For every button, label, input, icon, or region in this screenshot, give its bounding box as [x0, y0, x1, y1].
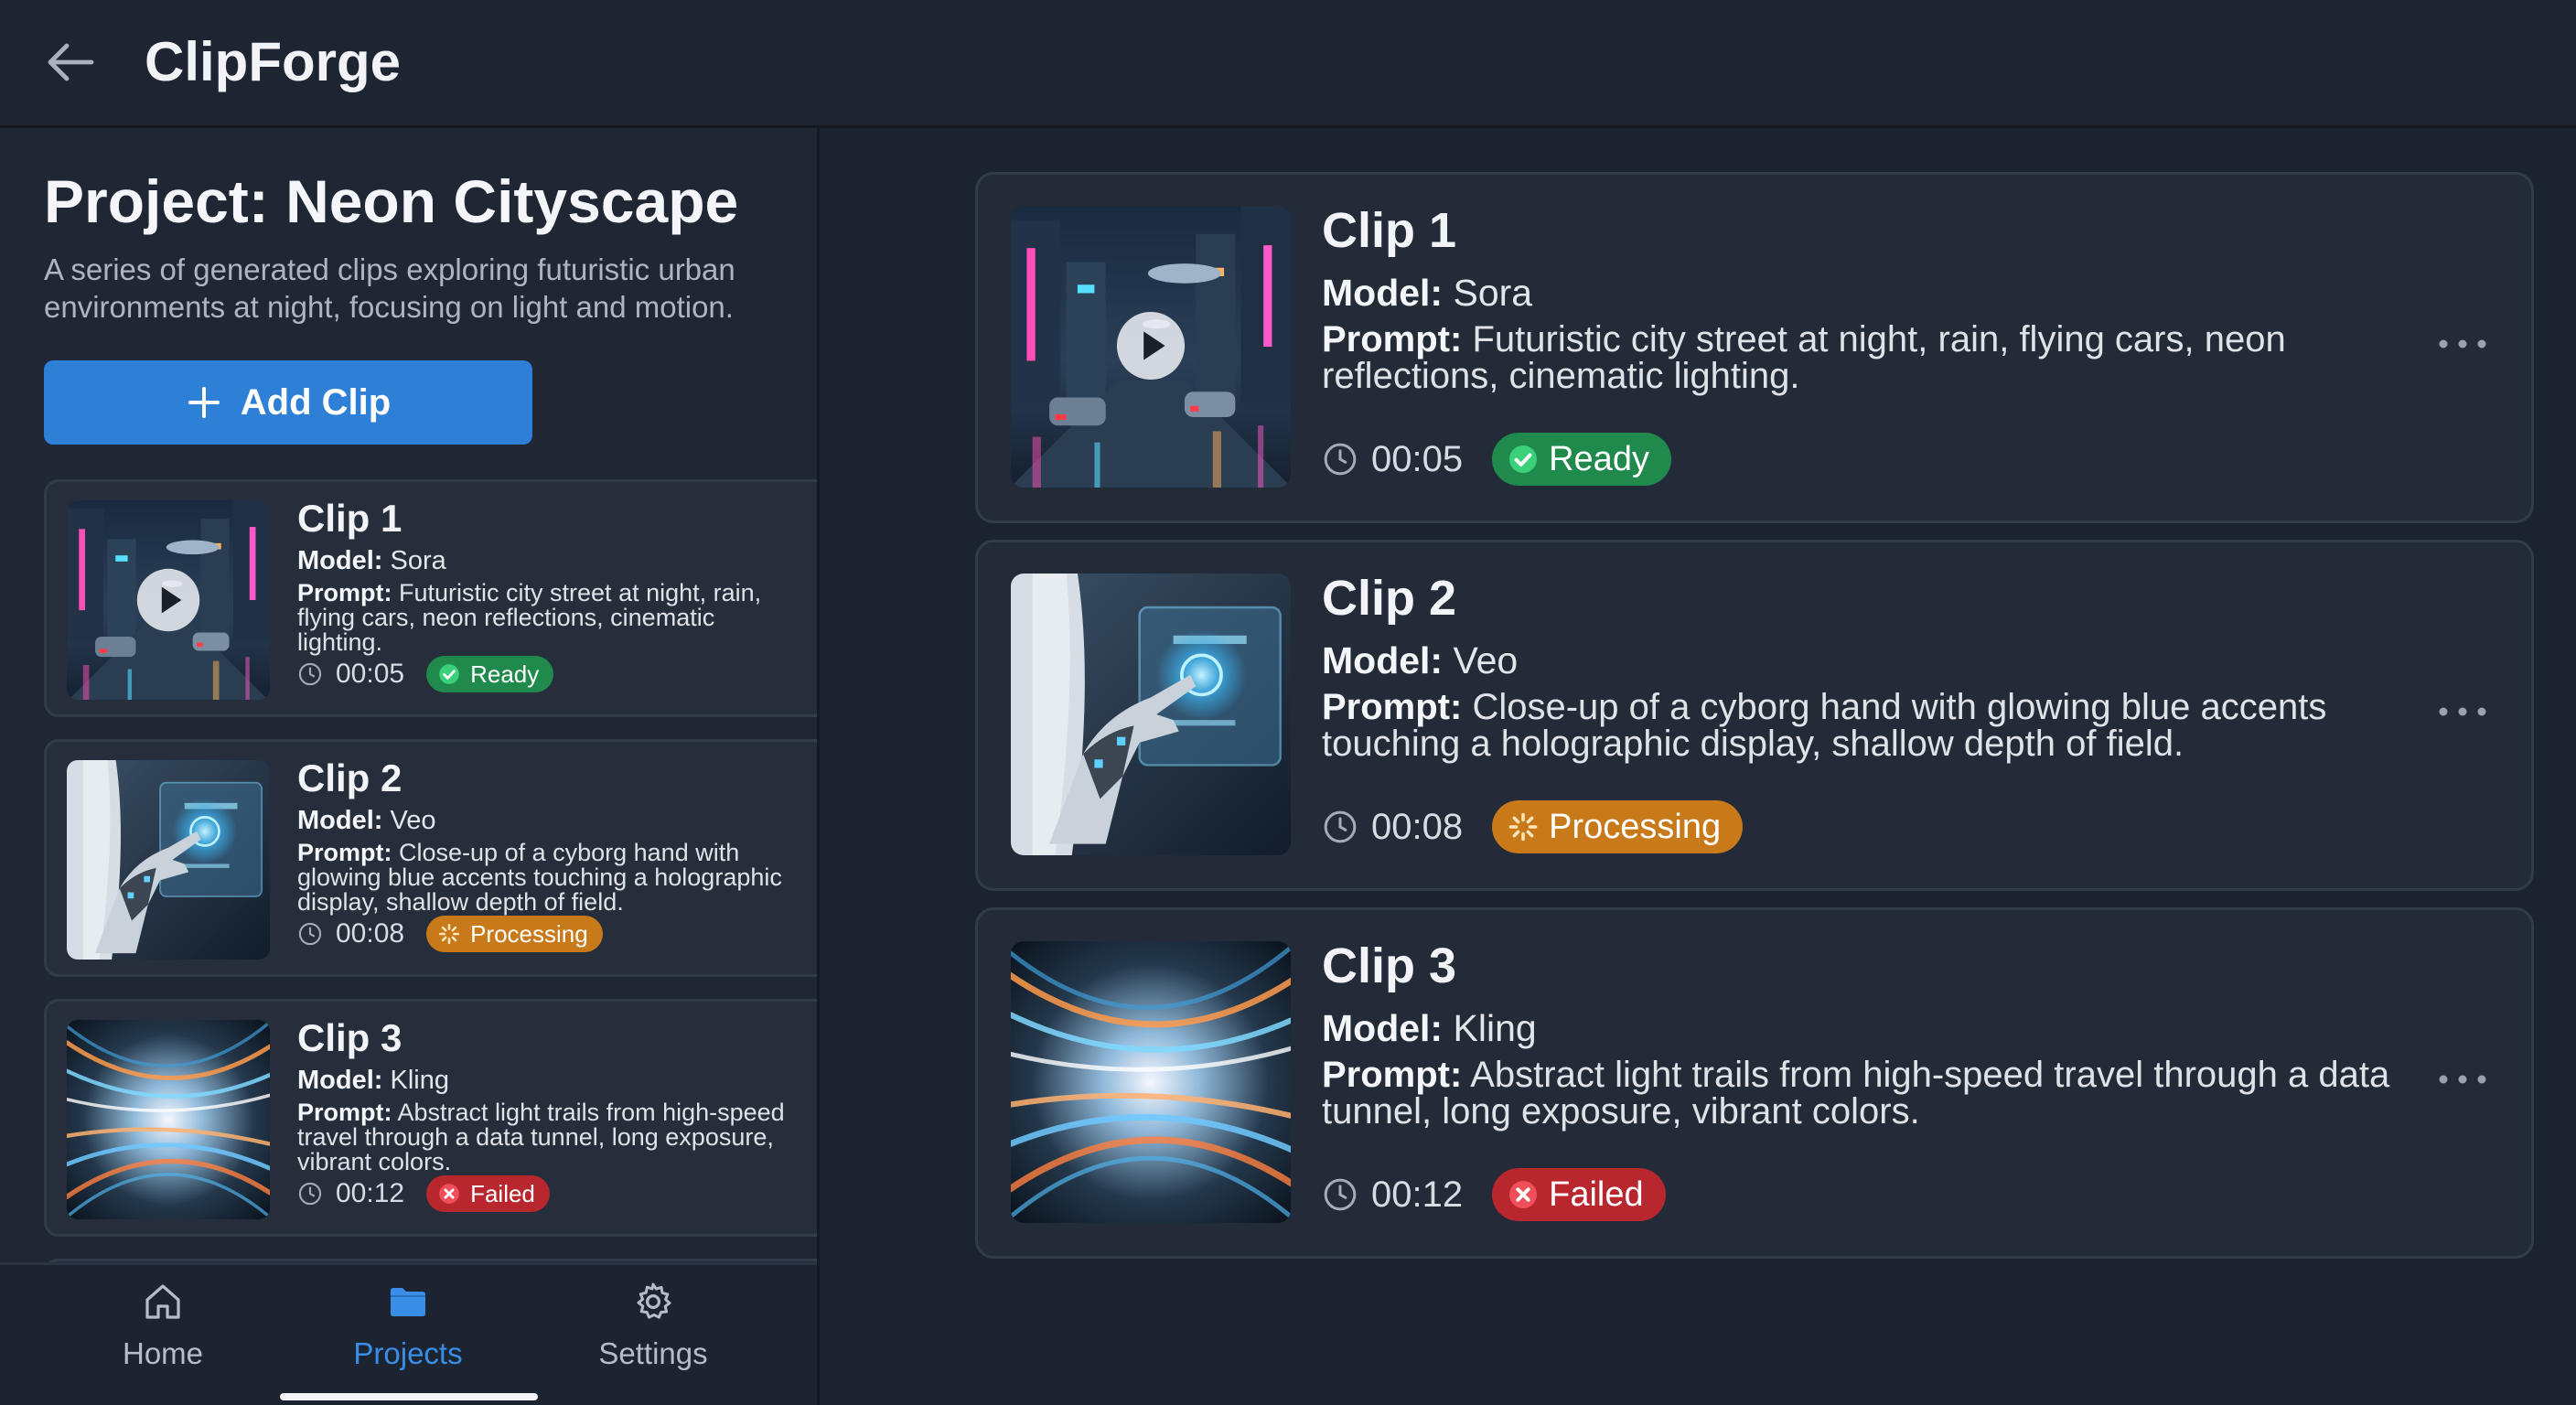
play-icon[interactable] [1115, 310, 1186, 381]
add-clip-button[interactable]: Add Clip [44, 360, 532, 445]
clip-prompt: Prompt: Abstract light trails from high-… [297, 1099, 785, 1175]
status-badge: Failed [426, 1175, 550, 1212]
bottom-nav: Home Projects Settings [0, 1262, 817, 1405]
clip-prompt: Prompt: Abstract light trails from high-… [1322, 1055, 2390, 1132]
clip-model: Model: Sora [297, 546, 446, 575]
clip-duration: 00:08 [336, 918, 405, 949]
clock-icon [1322, 1176, 1358, 1213]
clock-icon [297, 661, 323, 687]
clip-duration: 00:12 [336, 1178, 405, 1208]
x-circle-icon [1507, 1178, 1540, 1211]
clip-list-item[interactable]: Clip 3 Model: Kling Prompt: Abstract lig… [44, 999, 817, 1237]
x-circle-icon [437, 1182, 461, 1206]
clip-meta: 00:12 Failed [297, 1175, 550, 1212]
clip-title: Clip 1 [1322, 203, 1457, 258]
folder-icon [391, 1288, 425, 1316]
clip-model: Model: Kling [1322, 1007, 1537, 1049]
clip-thumbnail[interactable] [1011, 574, 1291, 855]
clip-meta: 00:08 Processing [1322, 800, 1744, 853]
clip-meta: 00:12 Failed [1322, 1168, 1666, 1221]
add-clip-label: Add Clip [240, 381, 392, 423]
clip-meta: 00:05 Ready [1322, 433, 1671, 486]
home-icon [145, 1284, 180, 1319]
clip-thumbnail[interactable] [67, 1020, 270, 1219]
clip-model: Model: Veo [297, 806, 436, 835]
clip-thumbnail[interactable] [67, 500, 270, 700]
clip-thumbnail[interactable] [1011, 941, 1291, 1223]
clip-card[interactable]: Clip 1 Model: Sora Prompt: Futuristic ci… [975, 172, 2534, 523]
spinner-icon [437, 922, 461, 946]
nav-label: Settings [598, 1336, 708, 1370]
clip-model: Model: Veo [1322, 639, 1519, 681]
arrow-left-icon [48, 43, 94, 81]
clip-card[interactable]: Clip 3 Model: Kling Prompt: Abstract lig… [975, 907, 2534, 1259]
clip-title: Clip 3 [297, 1016, 402, 1059]
app-title: ClipForge [145, 31, 401, 92]
clip-thumbnail[interactable] [1011, 206, 1291, 488]
status-badge: Ready [1492, 433, 1671, 486]
clip-duration: 00:05 [336, 659, 405, 689]
status-badge: Processing [426, 916, 603, 952]
clip-card[interactable]: Clip 2 Model: Veo Prompt: Close-up of a … [975, 540, 2534, 891]
status-badge: Failed [1492, 1168, 1666, 1221]
clip-thumbnail[interactable] [67, 760, 270, 960]
clip-duration: 00:08 [1371, 806, 1464, 847]
play-icon[interactable] [135, 567, 201, 633]
clip-title: Clip 3 [1322, 938, 1457, 993]
nav-label: Projects [353, 1336, 463, 1370]
plus-icon [188, 387, 220, 418]
nav-home[interactable]: Home [62, 1265, 263, 1405]
clip-prompt: Prompt: Close-up of a cyborg hand with g… [297, 839, 782, 916]
clip-prompt: Prompt: Futuristic city street at night,… [297, 579, 762, 656]
nav-projects[interactable]: Projects [307, 1265, 509, 1405]
project-title: Project: Neon Cityscape [44, 167, 739, 235]
clip-title: Clip 1 [297, 497, 402, 540]
home-indicator [280, 1393, 538, 1400]
check-circle-icon [437, 662, 461, 686]
more-options-icon[interactable] [2431, 1056, 2495, 1102]
status-badge: Processing [1492, 800, 1744, 853]
clip-list-item[interactable]: Clip 1 Model: Sora Prompt: Futuristic ci… [44, 479, 817, 717]
clip-meta: 00:05 Ready [297, 656, 554, 692]
check-circle-icon [1507, 443, 1540, 476]
left-panel: Project: Neon Cityscape A series of gene… [0, 128, 820, 1405]
clip-duration: 00:05 [1371, 438, 1464, 479]
project-description: A series of generated clips exploring fu… [44, 252, 735, 324]
clip-title: Clip 2 [297, 756, 402, 799]
clip-meta: 00:08 Processing [297, 916, 603, 952]
more-options-icon[interactable] [2431, 321, 2495, 367]
clip-prompt: Prompt: Close-up of a cyborg hand with g… [1322, 687, 2327, 764]
status-badge: Ready [426, 656, 554, 692]
clip-list-item[interactable]: Clip 2 Model: Veo Prompt: Close-up of a … [44, 739, 817, 977]
top-bar: ClipForge [0, 0, 2576, 128]
nav-settings[interactable]: Settings [553, 1265, 754, 1405]
clip-prompt: Prompt: Futuristic city street at night,… [1322, 319, 2286, 396]
nav-label: Home [122, 1336, 204, 1370]
clip-model: Model: Sora [1322, 272, 1533, 314]
clock-icon [1322, 809, 1358, 845]
gear-icon [637, 1282, 671, 1319]
clock-icon [297, 1181, 323, 1207]
clip-duration: 00:12 [1371, 1174, 1464, 1215]
clip-model: Model: Kling [297, 1066, 449, 1095]
back-button[interactable] [37, 29, 102, 95]
spinner-icon [1507, 810, 1540, 843]
clock-icon [297, 921, 323, 947]
clip-title: Clip 2 [1322, 571, 1457, 626]
clock-icon [1322, 441, 1358, 477]
more-options-icon[interactable] [2431, 689, 2495, 735]
